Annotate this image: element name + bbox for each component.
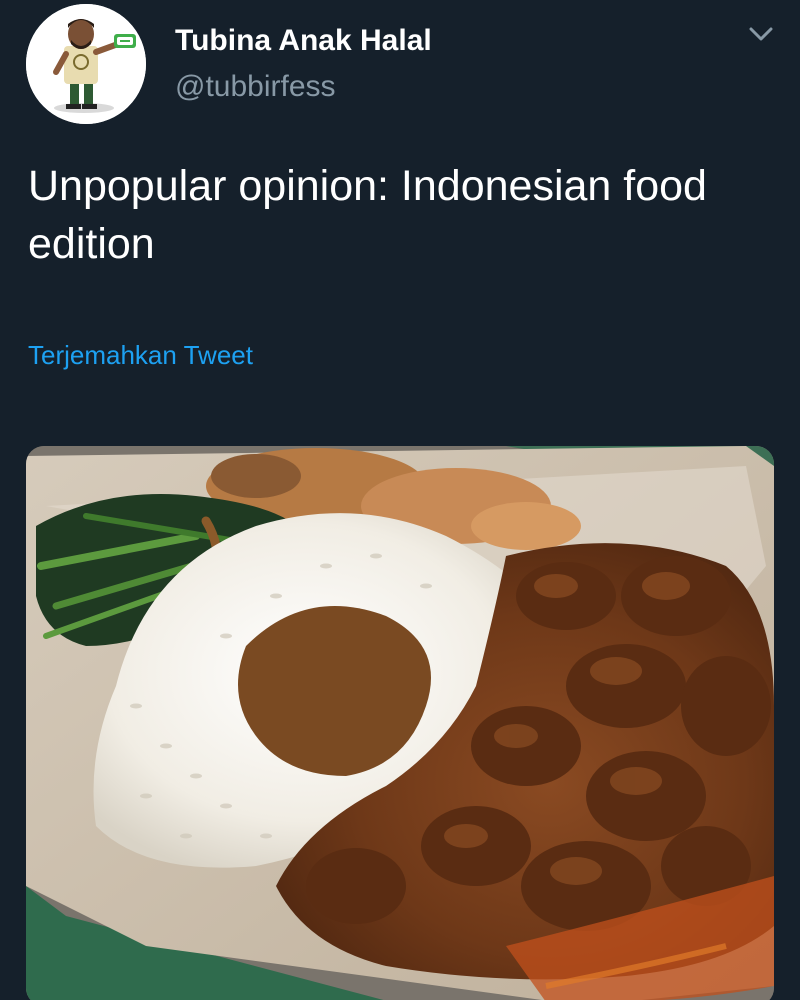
tweet-photo[interactable] [26,446,774,1000]
display-name[interactable]: Tubina Anak Halal [175,22,432,60]
user-handle[interactable]: @tubbirfess [175,68,336,106]
tweet-card: Tubina Anak Halal @tubbirfess Unpopular … [0,0,800,1000]
translate-tweet-link[interactable]: Terjemahkan Tweet [28,338,253,372]
avatar[interactable] [26,4,146,124]
food-photo [26,446,774,1000]
avatar-illustration [26,4,146,124]
chevron-down-icon[interactable] [746,22,776,46]
tweet-text: Unpopular opinion: Indonesian food editi… [28,162,707,268]
